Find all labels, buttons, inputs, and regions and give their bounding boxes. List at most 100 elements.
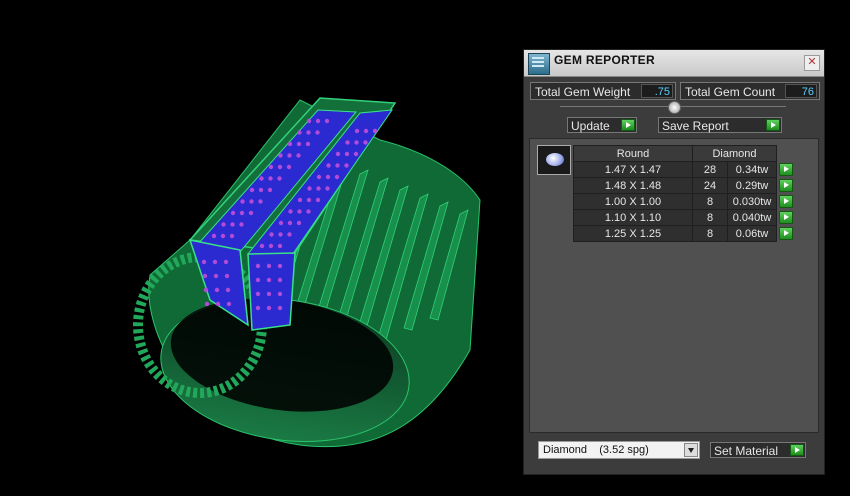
gem: [248, 210, 254, 216]
row-go-button[interactable]: [779, 195, 793, 208]
gem: [287, 220, 293, 226]
row-go-button[interactable]: [779, 179, 793, 192]
gem: [268, 164, 274, 170]
title-bar[interactable]: GEM REPORTER ✕: [524, 50, 824, 77]
gem: [286, 164, 292, 170]
gem: [268, 243, 274, 249]
close-icon[interactable]: ✕: [804, 55, 820, 71]
gem: [224, 273, 230, 279]
gem: [255, 277, 261, 283]
gem: [230, 222, 235, 227]
column-header-material: Diamond: [692, 145, 777, 162]
dropdown-arrow-icon[interactable]: [684, 443, 698, 457]
table-row[interactable]: 1.47 X 1.47 28 0.34tw: [573, 161, 796, 178]
gem-weight: 0.34tw: [727, 161, 777, 178]
gem: [266, 263, 272, 269]
gem: [325, 174, 331, 180]
gem: [201, 259, 207, 265]
gem: [266, 277, 272, 283]
gem: [344, 151, 350, 157]
total-gem-count-label: Total Gem Count: [685, 85, 776, 99]
gem-size: 1.00 X 1.00: [573, 193, 693, 210]
gem: [225, 287, 231, 293]
gem: [266, 305, 272, 311]
gem-count: 24: [692, 177, 728, 194]
gem: [316, 174, 322, 180]
gem: [354, 128, 360, 134]
material-select[interactable]: Diamond (3.52 spg): [538, 441, 700, 459]
gem: [277, 263, 283, 269]
gem: [326, 163, 331, 168]
gem: [353, 151, 359, 157]
gem: [230, 210, 236, 216]
gem: [226, 301, 232, 307]
save-report-button[interactable]: Save Report: [658, 117, 782, 133]
gem-weight: 0.030tw: [727, 193, 777, 210]
table-row[interactable]: 1.25 X 1.25 8 0.06tw: [573, 225, 796, 242]
gem: [269, 232, 274, 237]
gem: [223, 259, 229, 265]
gem-reporter-icon: [528, 53, 550, 75]
gem: [306, 197, 312, 203]
column-header-shape: Round: [573, 145, 693, 162]
gem-weight: 0.06tw: [727, 225, 777, 242]
gem: [203, 287, 209, 293]
set-material-button-label: Set Material: [714, 444, 779, 458]
gem: [296, 153, 301, 158]
total-gem-count: Total Gem Count 76: [680, 82, 820, 100]
gem: [287, 232, 292, 237]
gem-weight: 0.29tw: [727, 177, 777, 194]
gem: [255, 305, 261, 311]
gem: [363, 128, 369, 134]
gem: [277, 176, 282, 181]
gem: [305, 141, 311, 147]
round-gem-icon[interactable]: [537, 145, 571, 175]
gem: [335, 151, 341, 157]
gem: [255, 263, 261, 269]
collapse-knob[interactable]: [668, 101, 681, 114]
gem: [325, 186, 330, 191]
gem-count: 28: [692, 161, 728, 178]
update-button[interactable]: Update: [567, 117, 637, 133]
row-go-button[interactable]: [779, 227, 793, 240]
3d-viewport[interactable]: [0, 0, 520, 496]
gem: [213, 273, 219, 279]
gem: [306, 209, 311, 214]
gem: [220, 233, 226, 239]
gem: [277, 277, 283, 283]
gem: [258, 187, 264, 193]
gem: [324, 118, 330, 124]
table-row[interactable]: 1.10 X 1.10 8 0.040tw: [573, 209, 796, 226]
total-gem-weight-label: Total Gem Weight: [535, 85, 631, 99]
gem: [277, 164, 283, 170]
row-go-button[interactable]: [779, 163, 793, 176]
gem: [288, 209, 293, 214]
gem-size: 1.47 X 1.47: [573, 161, 693, 178]
gem-size: 1.48 X 1.48: [573, 177, 693, 194]
table-row[interactable]: 1.00 X 1.00 8 0.030tw: [573, 193, 796, 210]
gem: [202, 273, 208, 279]
gem: [214, 287, 220, 293]
set-material-button[interactable]: Set Material: [710, 442, 806, 458]
gem: [266, 291, 272, 297]
gem: [354, 140, 359, 145]
gem: [315, 118, 321, 124]
material-select-value: Diamond (3.52 spg): [543, 444, 649, 456]
gem: [307, 186, 312, 191]
gem-size: 1.25 X 1.25: [573, 225, 693, 242]
ring-model[interactable]: [133, 97, 481, 457]
table-row[interactable]: 1.48 X 1.48 24 0.29tw: [573, 177, 796, 194]
gem: [229, 233, 235, 239]
gem: [239, 222, 244, 227]
gem: [287, 153, 292, 158]
play-arrow-icon: [621, 119, 635, 131]
gem: [297, 197, 303, 203]
gem-count: 8: [692, 225, 728, 242]
gem: [297, 130, 302, 135]
play-arrow-icon: [790, 444, 804, 456]
gem: [287, 141, 293, 147]
gem: [344, 163, 349, 168]
row-go-button[interactable]: [779, 211, 793, 224]
gem: [249, 199, 254, 204]
gem: [277, 291, 283, 297]
